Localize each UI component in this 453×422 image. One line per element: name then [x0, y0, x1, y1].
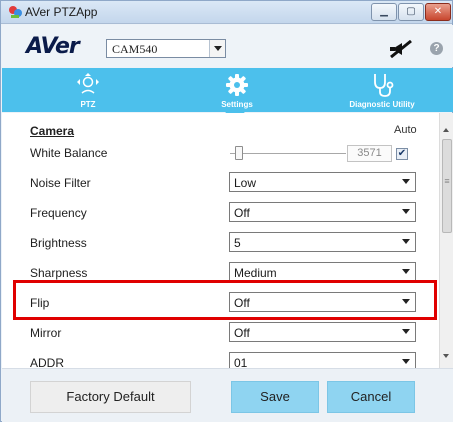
tab-settings[interactable]: Settings [202, 68, 272, 112]
addr-label: ADDR [30, 356, 65, 368]
title-bar[interactable]: AVer PTZApp ▁ ▢ ✕ [1, 1, 452, 24]
mic-muted-icon[interactable] [388, 40, 414, 58]
camera-model-value: CAM540 [112, 42, 158, 56]
scroll-down-arrow-icon[interactable] [440, 349, 453, 363]
sharpness-select[interactable]: Medium [229, 262, 416, 282]
app-icon [9, 6, 22, 18]
white-balance-value: 3571 [347, 145, 392, 162]
app-header: AVer CAM540 ? [2, 25, 453, 67]
frequency-label: Frequency [30, 206, 87, 220]
mirror-value: Off [234, 326, 250, 340]
sharpness-label: Sharpness [30, 266, 88, 280]
brightness-label: Brightness [30, 236, 87, 250]
mirror-select[interactable]: Off [229, 322, 416, 342]
close-button[interactable]: ✕ [425, 3, 451, 21]
chevron-down-icon[interactable] [398, 263, 415, 281]
ptz-joystick-icon [77, 73, 99, 94]
stethoscope-icon [374, 74, 394, 97]
save-button[interactable]: Save [231, 381, 319, 413]
chevron-down-icon[interactable] [398, 203, 415, 221]
tab-settings-label: Settings [221, 100, 253, 109]
flip-highlight-box [13, 280, 437, 320]
aver-logo: AVer [26, 34, 80, 59]
chevron-down-icon[interactable] [398, 353, 415, 368]
brightness-value: 5 [234, 236, 241, 250]
chevron-down-icon[interactable] [398, 173, 415, 191]
app-window: AVer PTZApp ▁ ▢ ✕ AVer CAM540 ? PTZ Sett… [0, 0, 453, 422]
cancel-button[interactable]: Cancel [327, 381, 415, 413]
chevron-down-icon[interactable] [209, 40, 225, 57]
white-balance-slider-track[interactable] [230, 153, 346, 154]
camera-model-select[interactable]: CAM540 [106, 39, 226, 58]
settings-scrollbar[interactable] [439, 113, 453, 368]
footer-bar: Factory Default Save Cancel [2, 368, 453, 422]
tab-ptz[interactable]: PTZ [58, 68, 118, 112]
brightness-select[interactable]: 5 [229, 232, 416, 252]
scroll-thumb[interactable] [442, 139, 452, 233]
white-balance-slider-thumb[interactable] [235, 146, 244, 160]
tab-diagnostic-utility-label: Diagnostic Utility [349, 100, 415, 109]
section-title-camera: Camera [30, 124, 75, 138]
tab-ptz-label: PTZ [80, 100, 96, 109]
gear-icon [226, 74, 248, 96]
mirror-label: Mirror [30, 326, 62, 340]
white-balance-label: White Balance [30, 146, 108, 160]
noise-filter-value: Low [234, 176, 257, 190]
minimize-button[interactable]: ▁ [371, 3, 397, 21]
frequency-select[interactable]: Off [229, 202, 416, 222]
maximize-button[interactable]: ▢ [398, 3, 424, 21]
factory-default-button[interactable]: Factory Default [30, 381, 191, 413]
auto-label: Auto [394, 124, 417, 136]
scroll-up-arrow-icon[interactable] [440, 123, 453, 137]
noise-filter-select[interactable]: Low [229, 172, 416, 192]
addr-select[interactable]: 01 [229, 352, 416, 368]
chevron-down-icon[interactable] [398, 233, 415, 251]
chevron-down-icon[interactable] [398, 323, 415, 341]
window-title: AVer PTZApp [25, 5, 98, 19]
settings-panel: Camera Auto White Balance 3571 ✔ Noise F… [2, 113, 439, 368]
frequency-value: Off [234, 206, 250, 220]
help-icon[interactable]: ? [430, 42, 443, 55]
white-balance-auto-checkbox[interactable]: ✔ [396, 148, 408, 160]
sharpness-value: Medium [234, 266, 277, 280]
noise-filter-label: Noise Filter [30, 176, 91, 190]
tab-bar: PTZ Settings Diagnostic Utility [2, 68, 453, 112]
tab-diagnostic-utility[interactable]: Diagnostic Utility [332, 68, 432, 112]
addr-value: 01 [234, 356, 248, 368]
